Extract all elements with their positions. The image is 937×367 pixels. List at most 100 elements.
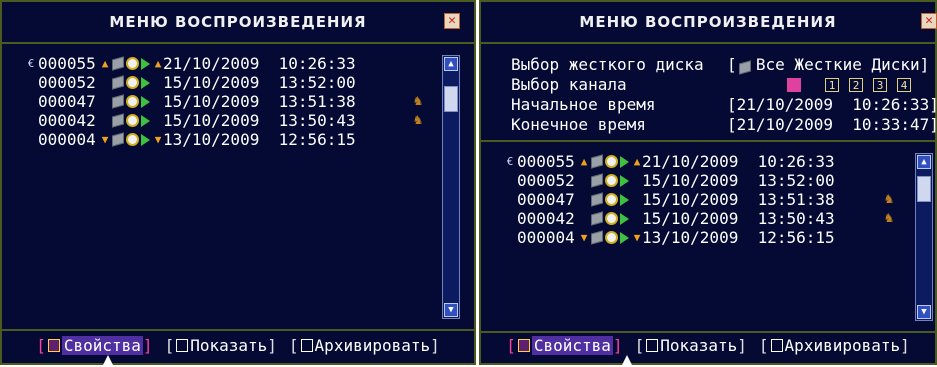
- record-row[interactable]: 000052 15/10/2009 13:52:00: [503, 171, 835, 190]
- clock-icon: [126, 95, 139, 108]
- record-row[interactable]: 000004 ▼ ▼ 13/10/2009 12:56:15: [24, 130, 356, 149]
- hdd-icon: [591, 211, 603, 226]
- end-time-label: Конечное время: [511, 115, 646, 134]
- play-icon: [620, 212, 629, 225]
- clock-icon: [605, 193, 618, 206]
- clock-icon: [126, 133, 139, 146]
- record-datetime: 21/10/2009 10:26:33: [642, 152, 835, 171]
- record-row[interactable]: 000047 15/10/2009 13:51:38: [503, 190, 835, 209]
- record-id: 000055: [38, 54, 96, 73]
- record-cursor-marker: €: [506, 155, 514, 168]
- record-id: 000042: [38, 111, 96, 130]
- scroll-thumb[interactable]: [917, 176, 931, 202]
- channel-4-toggle[interactable]: 4: [897, 78, 911, 92]
- record-row[interactable]: 000047 15/10/2009 13:51:38: [24, 92, 356, 111]
- footer-bar: [Свойства] [Показать] [Архивировать]: [2, 327, 474, 363]
- channel-select-label: Выбор канала: [511, 75, 627, 94]
- close-icon[interactable]: ✕: [921, 13, 937, 29]
- properties-button[interactable]: [Свойства]: [506, 335, 623, 355]
- play-icon: [620, 193, 629, 206]
- play-icon: [620, 174, 629, 187]
- scroll-up-icon[interactable]: ▲: [917, 155, 931, 169]
- show-icon: [176, 338, 189, 352]
- hdd-icon: [591, 230, 603, 245]
- record-datetime: 13/10/2009 12:56:15: [642, 228, 835, 247]
- panel-title: МЕНЮ ВОСПРОИЗВЕДЕНИЯ: [2, 2, 474, 44]
- record-order-marker: ▲: [580, 155, 588, 168]
- play-icon: [620, 231, 629, 244]
- clock-icon: [126, 114, 139, 127]
- archive-button[interactable]: [Архивировать]: [289, 336, 440, 355]
- record-cursor-marker: €: [27, 57, 35, 70]
- clock-icon: [126, 57, 139, 70]
- archive-icon: [770, 338, 783, 352]
- properties-icon: [47, 338, 60, 352]
- channel-all-toggle[interactable]: [787, 78, 801, 92]
- show-button[interactable]: [Показать]: [635, 336, 747, 355]
- scroll-thumb[interactable]: [444, 86, 458, 112]
- record-id: 000052: [38, 73, 96, 92]
- record-order-marker: ▼: [101, 133, 109, 146]
- record-row[interactable]: 000004 ▼ ▼ 13/10/2009 12:56:15: [503, 228, 835, 247]
- person-icon: ♞: [884, 210, 894, 226]
- start-time-field[interactable]: [21/10/2009 10:26:33]: [727, 95, 937, 114]
- hdd-icon: [591, 154, 603, 169]
- record-list: €000055 ▲ ▲ 21/10/2009 10:26:33 000052 15/10/…: [2, 44, 474, 331]
- record-row[interactable]: 000042 15/10/2009 13:50:43: [24, 111, 356, 130]
- show-icon: [646, 338, 659, 352]
- record-id: 000004: [517, 228, 575, 247]
- hdd-icon: [591, 173, 603, 188]
- play-icon: [141, 133, 150, 146]
- scroll-down-icon[interactable]: ▼: [444, 303, 458, 317]
- properties-button[interactable]: [Свойства]: [36, 335, 153, 355]
- record-id: 000052: [517, 171, 575, 190]
- hdd-icon: [112, 132, 124, 147]
- channel-3-toggle[interactable]: 3: [873, 78, 887, 92]
- record-order-marker: ▼: [580, 231, 588, 244]
- archive-icon: [300, 338, 313, 352]
- channel-1-toggle[interactable]: 1: [825, 78, 839, 92]
- scrollbar[interactable]: ▲ ▼: [442, 55, 460, 319]
- record-row[interactable]: €000055 ▲ ▲ 21/10/2009 10:26:33: [24, 54, 356, 73]
- play-icon: [141, 76, 150, 89]
- clock-icon: [126, 76, 139, 89]
- record-order-marker: ▲: [633, 155, 641, 168]
- record-datetime: 15/10/2009 13:50:43: [642, 209, 835, 228]
- record-list: €000055 ▲ ▲ 21/10/2009 10:26:33 000052 15/10/…: [481, 140, 935, 333]
- clock-icon: [605, 212, 618, 225]
- scroll-up-icon[interactable]: ▲: [444, 57, 458, 71]
- mouse-cursor-icon: [621, 355, 633, 367]
- channel-2-toggle[interactable]: 2: [849, 78, 863, 92]
- play-icon: [141, 95, 150, 108]
- record-datetime: 15/10/2009 13:51:38: [642, 190, 835, 209]
- hdd-select-label: Выбор жесткого диска: [511, 55, 704, 74]
- record-row[interactable]: €000055 ▲ ▲ 21/10/2009 10:26:33: [503, 152, 835, 171]
- scroll-down-icon[interactable]: ▼: [917, 305, 931, 319]
- record-id: 000042: [517, 209, 575, 228]
- properties-icon: [517, 338, 530, 352]
- record-order-marker: ▲: [101, 57, 109, 70]
- hdd-icon: [112, 113, 124, 128]
- person-icon: ♞: [413, 112, 423, 128]
- end-time-field[interactable]: [21/10/2009 10:33:47]: [727, 115, 937, 134]
- record-id: 000055: [517, 152, 575, 171]
- hdd-icon: [591, 192, 603, 207]
- hdd-select-value[interactable]: [ Все Жесткие Диски]: [727, 55, 929, 74]
- scrollbar[interactable]: ▲ ▼: [915, 153, 933, 321]
- playback-menu-panel-right: МЕНЮ ВОСПРОИЗВЕДЕНИЯ ✕ Выбор жесткого ди…: [479, 0, 937, 367]
- record-datetime: 15/10/2009 13:50:43: [163, 111, 356, 130]
- start-time-label: Начальное время: [511, 95, 656, 114]
- record-order-marker: ▲: [154, 57, 162, 70]
- record-id: 000004: [38, 130, 96, 149]
- clock-icon: [605, 231, 618, 244]
- record-datetime: 15/10/2009 13:52:00: [163, 73, 356, 92]
- play-icon: [141, 57, 150, 70]
- clock-icon: [605, 174, 618, 187]
- archive-button[interactable]: [Архивировать]: [759, 336, 910, 355]
- show-button[interactable]: [Показать]: [165, 336, 277, 355]
- mouse-cursor-icon: [102, 355, 114, 367]
- record-row[interactable]: 000052 15/10/2009 13:52:00: [24, 73, 356, 92]
- close-icon[interactable]: ✕: [444, 13, 460, 29]
- record-row[interactable]: 000042 15/10/2009 13:50:43: [503, 209, 835, 228]
- play-icon: [620, 155, 629, 168]
